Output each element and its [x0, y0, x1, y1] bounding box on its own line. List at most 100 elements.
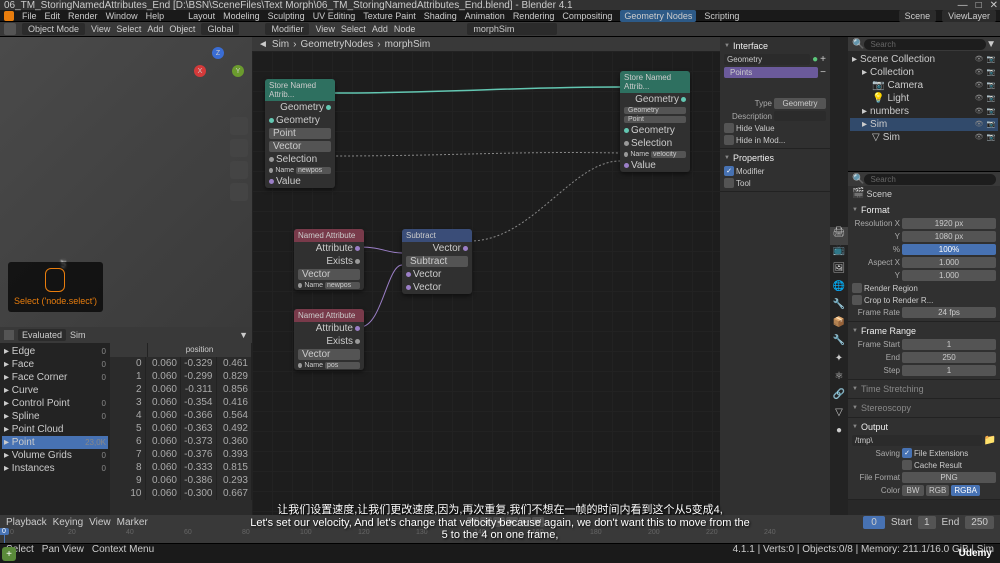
- output-panel[interactable]: Output: [852, 420, 996, 434]
- camera-icon[interactable]: [230, 161, 248, 179]
- tab-output-icon[interactable]: 📺: [830, 245, 848, 263]
- workspace-uv[interactable]: UV Editing: [313, 11, 356, 21]
- tab-render-icon[interactable]: 🖨: [830, 227, 848, 245]
- tab-constraint-icon[interactable]: 🔗: [830, 389, 848, 407]
- hide-value-check[interactable]: [724, 123, 734, 133]
- blender-logo-icon[interactable]: [4, 11, 14, 21]
- workspace-geonodes[interactable]: Geometry Nodes: [620, 10, 696, 22]
- tab-object-icon[interactable]: 📦: [830, 317, 848, 335]
- ss-mode-dropdown[interactable]: Evaluated: [18, 329, 66, 341]
- res-x-input[interactable]: 1920 px: [902, 218, 996, 229]
- nodegroup-name[interactable]: morphSim: [467, 23, 557, 35]
- outliner-item[interactable]: ▽Sim👁📷: [850, 131, 998, 144]
- socket-in[interactable]: [406, 272, 411, 277]
- menu-window[interactable]: Window: [106, 11, 138, 21]
- outliner-item[interactable]: ▸Collection👁📷: [850, 66, 998, 79]
- ss-tree-item[interactable]: ▸ Curve: [2, 384, 108, 397]
- bc-1[interactable]: GeometryNodes: [300, 39, 373, 50]
- socket-out[interactable]: [681, 97, 686, 102]
- axis-x-icon[interactable]: X: [194, 65, 206, 77]
- playhead[interactable]: [4, 529, 5, 543]
- socket-out[interactable]: [326, 105, 331, 110]
- modifier-dropdown[interactable]: Modifier: [265, 23, 309, 35]
- zoom-icon[interactable]: [230, 117, 248, 135]
- name-input[interactable]: [651, 151, 686, 158]
- current-frame-input[interactable]: 0: [863, 516, 885, 529]
- outliner-item[interactable]: 💡Light👁📷: [850, 92, 998, 105]
- outliner-item[interactable]: 📷Camera👁📷: [850, 79, 998, 92]
- ss-tree-item[interactable]: ▸ Face Corner0: [2, 371, 108, 384]
- socket-out[interactable]: [463, 246, 468, 251]
- tb2-select[interactable]: Select: [341, 24, 366, 34]
- axis-y-icon[interactable]: Y: [232, 65, 244, 77]
- socket-in[interactable]: [624, 152, 628, 157]
- viewport-3d[interactable]: 5 X Y Z Select ('node.select') Evaluated: [0, 37, 252, 531]
- socket-out[interactable]: [355, 259, 360, 264]
- desc-input[interactable]: [774, 111, 826, 121]
- tl-end-input[interactable]: 250: [965, 516, 994, 529]
- tb-object[interactable]: Object: [169, 24, 195, 34]
- workspace-scripting[interactable]: Scripting: [704, 11, 739, 21]
- type-dropdown[interactable]: Geometry: [774, 98, 826, 109]
- timestretch-panel[interactable]: Time Stretching: [852, 382, 996, 396]
- tab-material-icon[interactable]: ●: [830, 425, 848, 443]
- pct-input[interactable]: 100%: [902, 244, 996, 255]
- tl-view[interactable]: View: [89, 517, 111, 528]
- pan-icon[interactable]: [230, 139, 248, 157]
- ss-tree-item[interactable]: ▸ Volume Grids0: [2, 449, 108, 462]
- tab-scene-icon[interactable]: 🌐: [830, 281, 848, 299]
- remove-icon[interactable]: −: [820, 67, 826, 78]
- workspace-animation[interactable]: Animation: [465, 11, 505, 21]
- ss-row[interactable]: 80.060-0.3330.815: [110, 461, 252, 474]
- axis-z-icon[interactable]: Z: [212, 47, 224, 59]
- tb2-add[interactable]: Add: [372, 24, 388, 34]
- socket-out[interactable]: [355, 339, 360, 344]
- node-store-named-attribute-1[interactable]: Store Named Attrib... Geometry Geometry …: [265, 79, 335, 188]
- workspace-modeling[interactable]: Modeling: [223, 11, 260, 21]
- outliner-item[interactable]: ▸Scene Collection👁📷: [850, 53, 998, 66]
- tab-world-icon[interactable]: 🔧: [830, 299, 848, 317]
- frame-start-input[interactable]: 1: [902, 339, 996, 350]
- tab-physics-icon[interactable]: ⚛: [830, 371, 848, 389]
- bc-0[interactable]: Sim: [272, 39, 289, 50]
- color-bw-button[interactable]: BW: [902, 485, 924, 496]
- filter-icon[interactable]: ▼: [986, 39, 996, 50]
- props-search[interactable]: Search: [864, 174, 996, 185]
- properties-panel[interactable]: Properties: [724, 151, 826, 165]
- tb2-node[interactable]: Node: [394, 24, 416, 34]
- bc-2[interactable]: morphSim: [385, 39, 431, 50]
- ss-row[interactable]: 50.060-0.3630.492: [110, 422, 252, 435]
- render-region-check[interactable]: [852, 283, 862, 293]
- node-hdr[interactable]: Named Attribute: [294, 229, 364, 242]
- output-path-input[interactable]: /tmp\: [852, 435, 982, 446]
- add-editor-icon[interactable]: +: [2, 547, 16, 561]
- ss-obj[interactable]: Sim: [70, 330, 86, 340]
- format-panel[interactable]: Format: [852, 203, 996, 217]
- object-mode-dropdown[interactable]: Object Mode: [22, 23, 85, 35]
- socket-in[interactable]: [624, 141, 629, 146]
- outliner-item[interactable]: ▸Sim👁📷: [850, 118, 998, 131]
- workspace-shading[interactable]: Shading: [424, 11, 457, 21]
- outliner-item[interactable]: ▸numbers👁📷: [850, 105, 998, 118]
- res-y-input[interactable]: 1080 px: [902, 231, 996, 242]
- node-store-named-attribute-2[interactable]: Store Named Attrib... Geometry Geometry …: [620, 71, 690, 172]
- framerange-panel[interactable]: Frame Range: [852, 324, 996, 338]
- node-subtract[interactable]: Subtract Vector Subtract Vector Vector: [402, 229, 472, 294]
- ss-row[interactable]: 100.060-0.3000.667: [110, 487, 252, 500]
- socket-in[interactable]: [624, 163, 629, 168]
- aspect-y-input[interactable]: 1.000: [902, 270, 996, 281]
- workspace-rendering[interactable]: Rendering: [513, 11, 555, 21]
- tab-modifier-icon[interactable]: 🔧: [830, 335, 848, 353]
- ss-row[interactable]: 60.060-0.3730.360: [110, 435, 252, 448]
- color-rgb-button[interactable]: RGB: [926, 485, 949, 496]
- perspective-icon[interactable]: [230, 183, 248, 201]
- node-hdr[interactable]: Subtract: [402, 229, 472, 242]
- ss-tree-item[interactable]: ▸ Instances0: [2, 462, 108, 475]
- socket-in[interactable]: [298, 363, 302, 368]
- tab-data-icon[interactable]: ▽: [830, 407, 848, 425]
- socket-in[interactable]: [269, 179, 274, 184]
- tab-viewlayer-icon[interactable]: 🖼: [830, 263, 848, 281]
- socket-in[interactable]: [406, 285, 411, 290]
- tl-playback[interactable]: Playback: [6, 517, 47, 528]
- tl-start-input[interactable]: 1: [918, 516, 936, 529]
